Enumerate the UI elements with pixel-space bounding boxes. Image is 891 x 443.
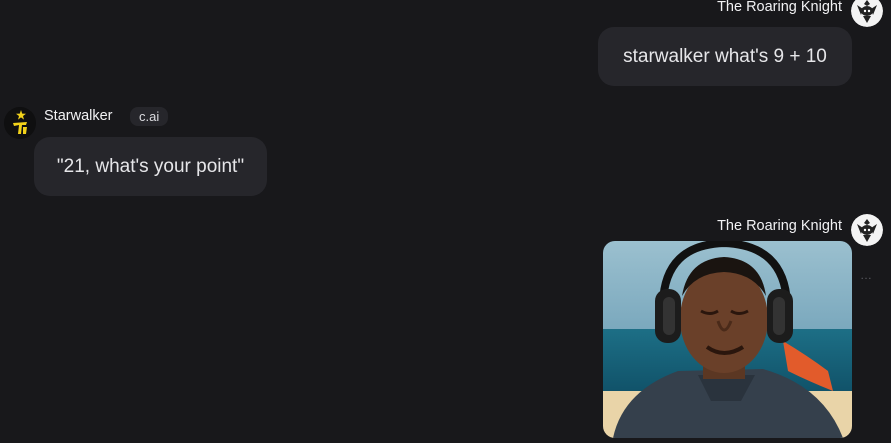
- message-bubble: "21, what's your point": [34, 137, 267, 196]
- user-name: The Roaring Knight: [717, 0, 842, 15]
- chat-transcript: The Roaring Knight starwalker what's 9 +…: [0, 0, 891, 443]
- roaring-knight-avatar-icon[interactable]: [851, 0, 883, 27]
- character-badge: c.ai: [130, 107, 169, 126]
- roaring-knight-avatar-icon[interactable]: [851, 214, 883, 246]
- message-bubble: starwalker what's 9 + 10: [598, 27, 852, 86]
- character-name: Starwalker: [44, 108, 113, 124]
- user-name: The Roaring Knight: [717, 218, 842, 234]
- starwalker-avatar-icon[interactable]: [4, 107, 36, 139]
- more-options-icon[interactable]: …: [860, 268, 872, 282]
- message-image[interactable]: [603, 241, 852, 438]
